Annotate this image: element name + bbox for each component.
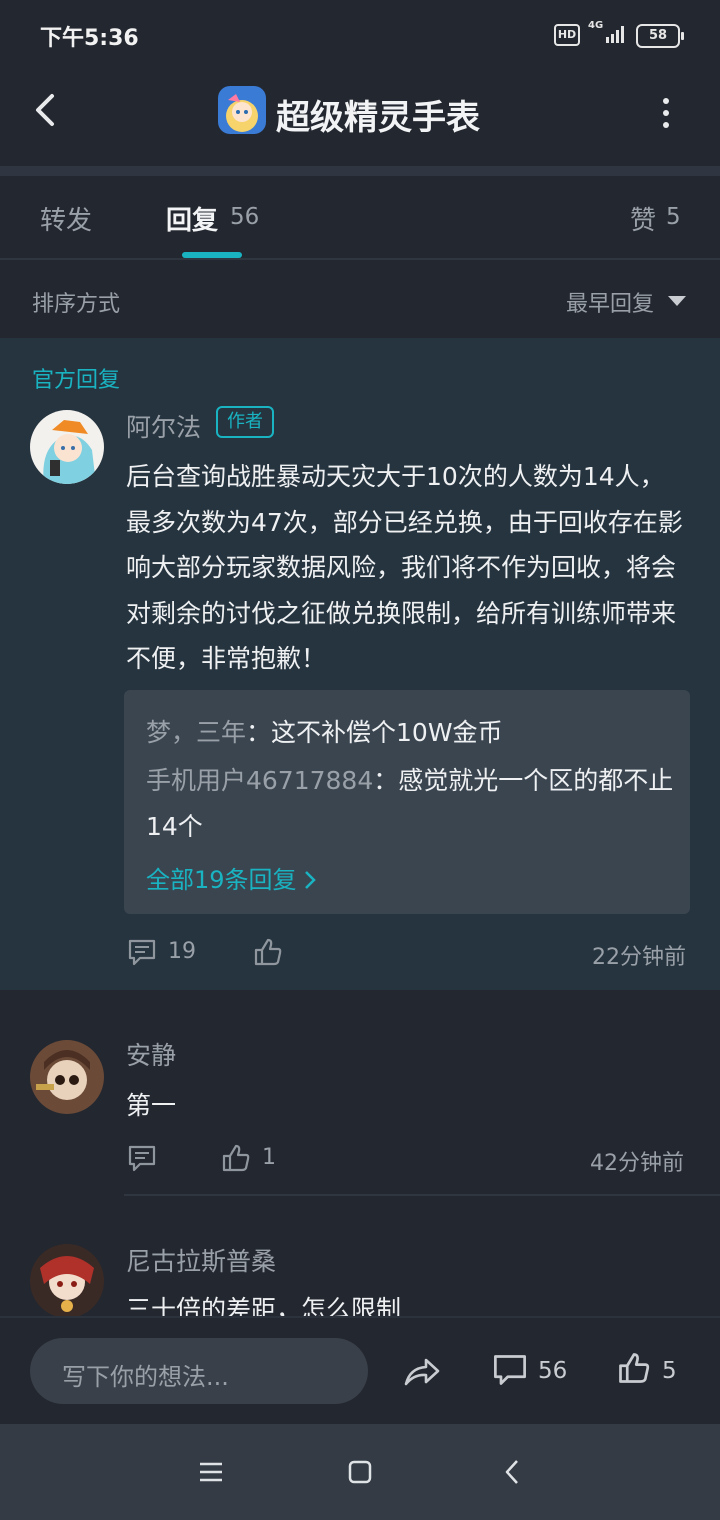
menu-icon[interactable] xyxy=(198,1460,224,1484)
like-count: 1 xyxy=(262,1145,276,1170)
avatar[interactable] xyxy=(30,1244,104,1318)
tab-like[interactable]: 赞 xyxy=(630,200,656,237)
chevron-right-icon xyxy=(304,871,316,889)
sort-dropdown[interactable]: 最早回复 xyxy=(566,286,654,318)
author-badge: 作者 xyxy=(216,406,274,438)
all-replies-link[interactable]: 全部19条回复 xyxy=(146,860,319,895)
comment-icon[interactable] xyxy=(126,936,158,968)
comment-text: 三十倍的差距，怎么限制 xyxy=(126,1295,402,1316)
sub-reply: 手机用户46717884：感觉就光一个区的都不止14个 xyxy=(146,758,676,850)
sub-reply-author[interactable]: 手机用户46717884 xyxy=(146,766,373,795)
comment-icon[interactable] xyxy=(492,1352,528,1388)
comment-icon[interactable] xyxy=(126,1142,158,1174)
all-replies-label: 全部19条回复 xyxy=(146,866,297,894)
back-icon[interactable] xyxy=(502,1458,522,1486)
tab-reply[interactable]: 回复 xyxy=(166,200,218,237)
sub-reply-separator: ： xyxy=(246,718,272,747)
avatar[interactable] xyxy=(30,410,104,484)
tabs-divider xyxy=(0,258,720,260)
share-icon[interactable] xyxy=(402,1352,442,1392)
thumbs-up-icon[interactable] xyxy=(616,1350,652,1386)
comment-input-placeholder: 写下你的想法... xyxy=(62,1363,229,1391)
signal-icon xyxy=(606,26,624,43)
hd-icon: HD xyxy=(554,24,580,46)
tab-like-count: 5 xyxy=(666,204,681,230)
comment-text: 后台查询战胜暴动天灾大于10次的人数为14人，最多次数为47次，部分已经兑换，由… xyxy=(126,462,683,673)
battery-icon: 58 xyxy=(636,24,684,48)
more-options-icon[interactable] xyxy=(656,96,676,130)
avatar[interactable] xyxy=(30,1040,104,1114)
comment-author[interactable]: 安静 xyxy=(126,1036,176,1072)
comment-author[interactable]: 尼古拉斯普桑 xyxy=(126,1242,276,1278)
comment-divider xyxy=(124,1194,720,1196)
header-divider xyxy=(0,166,720,176)
comment-time: 42分钟前 xyxy=(590,1151,684,1176)
comment-author[interactable]: 阿尔法 xyxy=(126,408,201,444)
sub-reply-author[interactable]: 梦，三年 xyxy=(146,718,246,747)
home-icon[interactable] xyxy=(348,1460,372,1484)
network-type: 4G xyxy=(588,20,604,31)
caret-down-icon[interactable] xyxy=(668,296,686,306)
official-reply-label: 官方回复 xyxy=(32,368,121,393)
sort-label: 排序方式 xyxy=(32,292,121,317)
thumbs-up-icon[interactable] xyxy=(220,1142,252,1174)
thumbs-up-icon[interactable] xyxy=(252,936,284,968)
comment-time: 22分钟前 xyxy=(592,945,686,970)
page-title: 超级精灵手表 xyxy=(276,98,480,138)
app-icon xyxy=(218,86,266,134)
comment-text: 第一 xyxy=(126,1091,177,1120)
back-arrow-icon[interactable] xyxy=(28,88,64,132)
sub-reply-text: 这不补偿个10W金币 xyxy=(271,718,503,747)
tab-forward[interactable]: 转发 xyxy=(40,200,92,237)
comment-total-count: 56 xyxy=(538,1358,568,1384)
sub-reply: 梦，三年：这不补偿个10W金币 xyxy=(146,710,676,756)
tab-reply-count: 56 xyxy=(230,204,260,230)
status-time: 下午5:36 xyxy=(40,26,139,51)
sub-reply-separator: ： xyxy=(373,766,399,795)
like-total-count: 5 xyxy=(662,1358,677,1384)
comment-count: 19 xyxy=(168,939,196,964)
